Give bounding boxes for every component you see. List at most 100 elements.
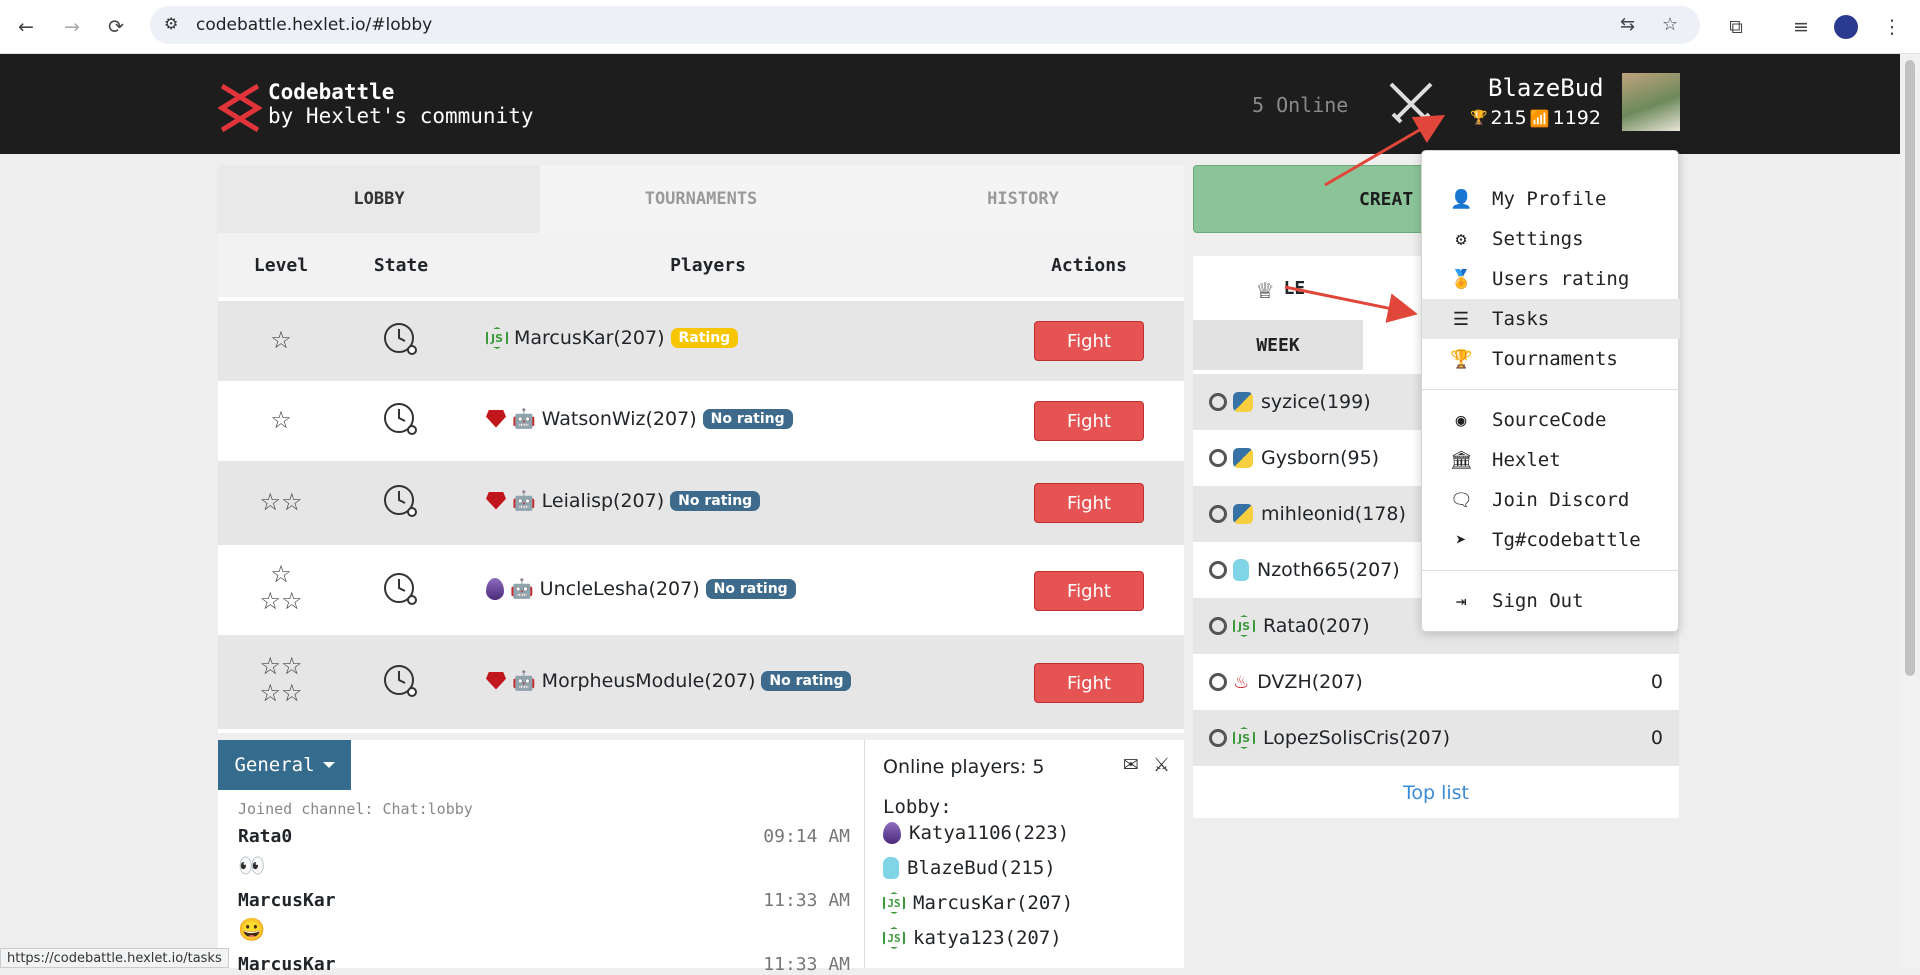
site-info-icon[interactable]: ⚙ xyxy=(164,14,178,33)
media-icon[interactable]: ≡ xyxy=(1785,11,1817,43)
status-bar-url: https://codebattle.hexlet.io/tasks xyxy=(0,948,229,968)
leaderboard-user[interactable]: Rata0(207) xyxy=(1263,615,1370,637)
robot-icon: 🤖 xyxy=(512,670,536,692)
extensions-icon[interactable]: ⧉ xyxy=(1720,11,1752,43)
javascript-icon: JS xyxy=(486,327,508,349)
brand-title[interactable]: Codebattle xyxy=(268,80,394,104)
username[interactable]: BlazeBud xyxy=(1488,74,1604,102)
player-name[interactable]: WatsonWiz(207) xyxy=(542,408,697,430)
menu-item-my-profile[interactable]: 👤 My Profile xyxy=(1422,179,1680,219)
fight-button[interactable]: Fight xyxy=(1034,321,1144,361)
chat-channel-label: General xyxy=(234,754,315,776)
menu-item-tasks[interactable]: ☰ Tasks xyxy=(1422,299,1680,339)
online-user-name[interactable]: Katya1106(223) xyxy=(909,822,1069,844)
leaderboard-user[interactable]: Gysborn(95) xyxy=(1261,447,1379,469)
tab-history[interactable]: HISTORY xyxy=(862,165,1184,233)
codebattle-logo-icon[interactable] xyxy=(218,82,262,134)
online-user-name[interactable]: BlazeBud(215) xyxy=(907,857,1056,879)
gear-icon: ⚙ xyxy=(1455,228,1467,250)
player-name[interactable]: Leialisp(207) xyxy=(542,490,664,512)
leaderboard-user[interactable]: syzice(199) xyxy=(1261,391,1371,413)
chat-channel-dropdown[interactable]: General xyxy=(218,740,351,790)
rating-badge: No rating xyxy=(670,490,761,511)
online-lobby-label: Lobby: xyxy=(883,796,952,818)
online-user-name[interactable]: MarcusKar(207) xyxy=(913,892,1073,914)
radio-icon[interactable] xyxy=(1209,449,1227,467)
radio-icon[interactable] xyxy=(1209,505,1227,523)
menu-item-hexlet[interactable]: 🏛 Hexlet xyxy=(1422,440,1680,480)
crossed-swords-icon[interactable] xyxy=(1385,78,1437,130)
level-stars: ☆☆ ☆☆ xyxy=(246,653,316,707)
radio-icon[interactable] xyxy=(1209,673,1227,691)
radio-icon[interactable] xyxy=(1209,393,1227,411)
translate-icon[interactable]: ⇆ xyxy=(1620,14,1635,35)
menu-item-telegram[interactable]: ➤ Tg#codebattle xyxy=(1422,520,1680,560)
python-icon xyxy=(1233,392,1253,412)
leaderboard-row: JS LopezSolisCris(207) 0 xyxy=(1193,710,1679,766)
scrollbar-thumb[interactable] xyxy=(1905,60,1915,676)
robot-icon: 🤖 xyxy=(510,578,534,600)
player-name[interactable]: MarcusKar(207) xyxy=(514,327,665,349)
envelope-icon[interactable]: ✉ xyxy=(1123,754,1139,776)
online-count: 5 Online xyxy=(1252,93,1349,117)
address-bar[interactable]: ⚙ codebattle.hexlet.io/#lobby ⇆ ☆ xyxy=(150,6,1700,44)
menu-item-sign-out[interactable]: ⇥ Sign Out xyxy=(1422,581,1680,621)
bank-icon: 🏛 xyxy=(1450,449,1473,471)
rating-badge: No rating xyxy=(761,670,852,691)
tab-tournaments[interactable]: TOURNAMENTS xyxy=(540,165,862,233)
leaderboard-user[interactable]: LopezSolisCris(207) xyxy=(1263,727,1450,749)
golang-icon xyxy=(883,857,899,879)
list-item: BlazeBud(215) xyxy=(883,857,1056,879)
online-players-title: Online players: 5 xyxy=(883,756,1045,778)
address-url[interactable]: codebattle.hexlet.io/#lobby xyxy=(196,15,432,35)
fight-button[interactable]: Fight xyxy=(1034,483,1144,523)
page-scrollbar[interactable] xyxy=(1900,54,1920,968)
menu-item-tournaments[interactable]: 🏆 Tournaments xyxy=(1422,339,1680,379)
chat-author[interactable]: MarcusKar xyxy=(238,954,336,975)
menu-item-users-rating[interactable]: 🏅 Users rating xyxy=(1422,259,1680,299)
browser-menu-icon[interactable]: ⋮ xyxy=(1876,11,1908,43)
fight-button[interactable]: Fight xyxy=(1034,663,1144,703)
player-name[interactable]: UncleLesha(207) xyxy=(540,578,700,600)
chat-author[interactable]: Rata0 xyxy=(238,826,292,847)
online-players-panel: Online players: 5 ✉ ⚔ Lobby: Katya1106(2… xyxy=(864,740,1184,968)
back-icon[interactable]: ← xyxy=(10,11,42,43)
tab-lobby[interactable]: LOBBY xyxy=(218,165,540,233)
swords-icon[interactable]: ⚔ xyxy=(1153,754,1170,776)
fight-button[interactable]: Fight xyxy=(1034,401,1144,441)
clock-icon xyxy=(384,403,417,435)
avatar[interactable] xyxy=(1622,73,1680,131)
trophy-icon: 🏆 xyxy=(1450,348,1473,370)
menu-item-label: Users rating xyxy=(1492,268,1630,290)
top-list-link[interactable]: Top list xyxy=(1193,768,1679,818)
fight-button[interactable]: Fight xyxy=(1034,571,1144,611)
online-user-name[interactable]: katya123(207) xyxy=(913,927,1062,949)
leaderboard-user[interactable]: mihleonid(178) xyxy=(1261,503,1406,525)
tab-week[interactable]: WEEK xyxy=(1193,320,1363,370)
radio-icon[interactable] xyxy=(1209,617,1227,635)
profile-avatar-icon[interactable] xyxy=(1830,11,1862,43)
robot-icon: 🤖 xyxy=(512,490,536,512)
leaderboard-user[interactable]: Nzoth665(207) xyxy=(1257,559,1400,581)
reload-icon[interactable]: ⟳ xyxy=(100,11,132,43)
menu-item-join-discord[interactable]: 🗨 Join Discord xyxy=(1422,480,1680,520)
menu-item-label: Join Discord xyxy=(1492,489,1630,511)
rating-badge: No rating xyxy=(702,408,793,429)
menu-divider xyxy=(1422,389,1680,390)
rating-badge: Rating xyxy=(670,328,739,348)
level-stars: ☆☆ xyxy=(259,488,303,516)
menu-item-label: Tasks xyxy=(1492,308,1550,330)
player-name[interactable]: MorpheusModule(207) xyxy=(542,670,756,692)
forward-icon[interactable]: → xyxy=(56,11,88,43)
leaderboard-user[interactable]: DVZH(207) xyxy=(1257,671,1363,693)
radio-icon[interactable] xyxy=(1209,729,1227,747)
javascript-icon: JS xyxy=(1233,615,1255,637)
javascript-icon: JS xyxy=(1233,727,1255,749)
chat-author[interactable]: MarcusKar xyxy=(238,890,336,911)
bookmark-star-icon[interactable]: ☆ xyxy=(1662,14,1678,35)
radio-icon[interactable] xyxy=(1209,561,1227,579)
chat-time: 09:14 AM xyxy=(763,826,850,847)
menu-item-sourcecode[interactable]: ◉ SourceCode xyxy=(1422,400,1680,440)
golang-icon xyxy=(1233,559,1249,581)
menu-item-settings[interactable]: ⚙ Settings xyxy=(1422,219,1680,259)
